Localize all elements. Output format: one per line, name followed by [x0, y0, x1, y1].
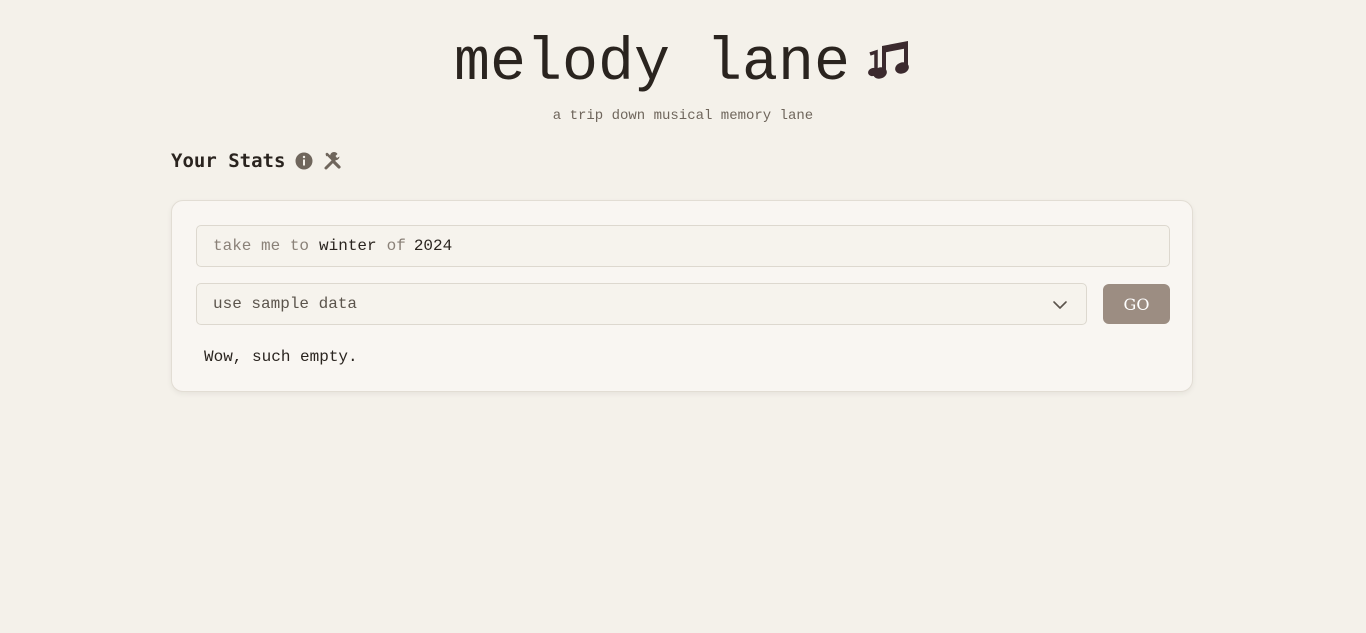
musical-notes-icon	[868, 41, 909, 79]
stats-card: take me to winter of 2024 use sample dat…	[171, 200, 1193, 392]
empty-results-message: Wow, such empty.	[204, 348, 358, 366]
title-row: melody lane	[454, 28, 912, 100]
stats-title: Your Stats	[171, 150, 286, 172]
info-icon[interactable]	[295, 152, 313, 170]
season-select[interactable]: winter	[319, 237, 377, 255]
year-input[interactable]: 2024	[414, 237, 452, 255]
header: melody lane a trip down musical memory l…	[0, 28, 1366, 124]
data-source-select[interactable]: use sample data	[196, 283, 1087, 325]
query-connector: of	[386, 237, 406, 255]
go-button[interactable]: GO	[1103, 284, 1170, 324]
time-query-field[interactable]: take me to winter of 2024	[196, 225, 1170, 267]
app-title: melody lane	[453, 30, 851, 98]
stats-heading: Your Stats	[171, 150, 343, 172]
chevron-down-icon	[1053, 301, 1067, 309]
query-prefix: take me to	[213, 237, 310, 255]
app-subtitle: a trip down musical memory lane	[552, 108, 814, 124]
data-source-selected: use sample data	[213, 295, 358, 313]
page: melody lane a trip down musical memory l…	[0, 0, 1366, 633]
tools-icon[interactable]	[323, 151, 343, 171]
